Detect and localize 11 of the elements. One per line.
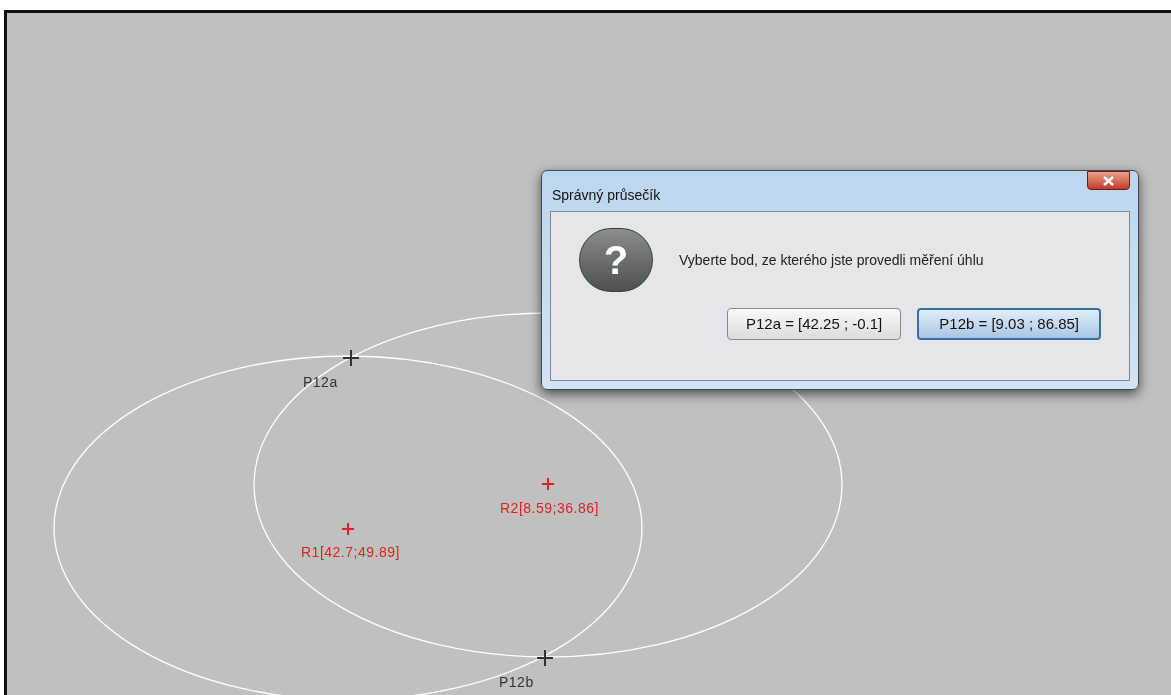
choice-button[interactable]: P12b = [9.03 ; 86.85]: [917, 308, 1101, 340]
point-label: P12b: [499, 674, 534, 690]
message-text: Vyberte bod, ze kterého jste provedli měření úhlu: [679, 250, 984, 270]
question-icon: ?: [579, 228, 653, 292]
choice-button[interactable]: P12a = [42.25 ; -0.1]: [726, 308, 902, 340]
close-button[interactable]: [1087, 171, 1130, 190]
point-label: P12a: [303, 374, 338, 390]
point-label: R1[42.7;49.89]: [301, 544, 400, 560]
close-icon: [1103, 175, 1114, 186]
point-label: R2[8.59;36.86]: [500, 500, 599, 516]
window-title: Správný průsečík: [552, 186, 661, 205]
